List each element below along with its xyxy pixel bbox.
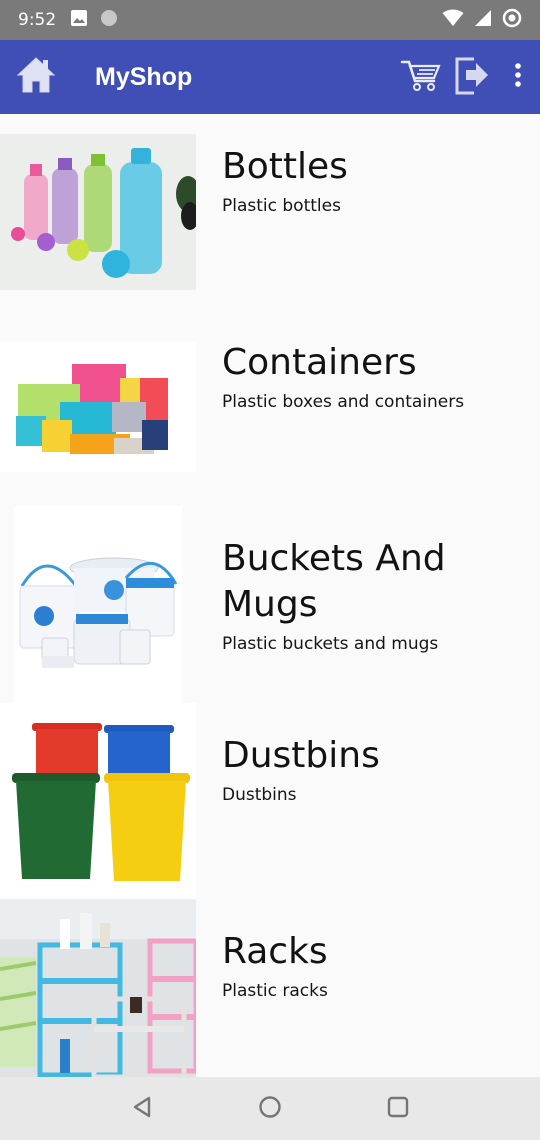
status-bar: 9:52 (0, 0, 540, 40)
category-description: Plastic boxes and containers (222, 392, 465, 412)
nav-home-button[interactable] (250, 1089, 290, 1129)
cart-button[interactable] (394, 40, 448, 114)
category-name: Racks (222, 931, 328, 972)
home-icon (16, 56, 56, 98)
cart-icon (400, 57, 442, 97)
navigation-bar (0, 1077, 540, 1140)
nav-recents-button[interactable] (378, 1089, 418, 1129)
logout-button[interactable] (448, 40, 496, 114)
category-description: Plastic racks (222, 981, 328, 1001)
status-time: 9:52 (18, 10, 57, 30)
category-description: Plastic buckets and mugs (222, 634, 439, 654)
category-item-racks[interactable]: Racks Plastic racks (0, 899, 540, 1077)
category-name: Containers (222, 342, 417, 383)
category-item-containers[interactable]: Containers Plastic boxes and containers (0, 310, 540, 506)
back-icon (131, 1096, 153, 1122)
category-list: Bottles Plastic bottles Containers Plast… (0, 114, 540, 1077)
signal-icon (474, 9, 492, 31)
containers-image (0, 342, 196, 472)
home-circle-icon (258, 1095, 282, 1123)
image-icon (70, 9, 88, 31)
category-name: Dustbins (222, 735, 380, 776)
category-name: Buckets And Mugs (222, 538, 446, 625)
buckets-and-mugs-image (14, 506, 182, 703)
wifi-icon (442, 9, 464, 31)
logout-icon (454, 53, 490, 101)
more-vert-icon (514, 63, 522, 91)
category-description: Plastic bottles (222, 196, 341, 216)
nav-back-button[interactable] (122, 1089, 162, 1129)
category-item-bottles[interactable]: Bottles Plastic bottles (0, 114, 540, 310)
category-description: Dustbins (222, 785, 297, 805)
home-button[interactable] (0, 40, 72, 114)
category-item-buckets-and-mugs[interactable]: Buckets And Mugs Plastic buckets and mug… (0, 506, 540, 703)
circle-icon (100, 9, 118, 31)
app-bar: MyShop (0, 40, 540, 114)
app-title: MyShop (95, 62, 193, 91)
category-name: Bottles (222, 146, 348, 187)
dustbins-image (0, 703, 196, 899)
racks-image (0, 899, 196, 1077)
bottles-image (0, 134, 196, 290)
data-saver-icon (502, 8, 522, 32)
category-item-dustbins[interactable]: Dustbins Dustbins (0, 703, 540, 899)
recents-icon (387, 1096, 409, 1122)
more-options-button[interactable] (496, 40, 540, 114)
